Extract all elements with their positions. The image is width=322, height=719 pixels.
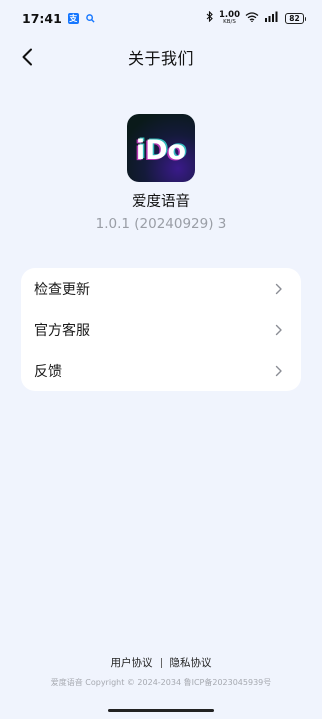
- app-logo: iDo iDo iDo: [127, 114, 195, 182]
- status-left: 17:41 支: [22, 11, 96, 26]
- logo-text: iDo: [136, 135, 186, 166]
- copyright-text: 爱度语音 Copyright © 2024-2034 鲁ICP备20230459…: [50, 678, 272, 687]
- network-speed: 1.00 KB/S: [219, 11, 240, 25]
- cellular-signal-icon: [264, 11, 280, 25]
- footer-divider: [160, 657, 162, 668]
- menu-item-label: 检查更新: [34, 281, 90, 298]
- home-indicator[interactable]: [108, 709, 214, 712]
- status-bar: 17:41 支 1.00 KB/S 82: [0, 0, 322, 36]
- page-title: 关于我们: [127, 49, 194, 68]
- menu-item-feedback[interactable]: 反馈: [21, 350, 301, 391]
- alipay-notification-icon: 支: [67, 12, 79, 24]
- menu-card: 检查更新 官方客服 反馈: [21, 268, 301, 391]
- privacy-agreement-link[interactable]: 隐私协议: [170, 655, 212, 670]
- user-agreement-link[interactable]: 用户协议: [111, 655, 153, 670]
- app-name: 爱度语音: [132, 194, 190, 210]
- network-speed-unit: KB/S: [223, 18, 236, 25]
- chevron-right-icon: [275, 283, 283, 295]
- menu-item-customer-service[interactable]: 官方客服: [21, 309, 301, 350]
- chevron-right-icon: [275, 324, 283, 336]
- status-right: 1.00 KB/S 82: [206, 10, 306, 25]
- menu-item-label: 反馈: [34, 363, 62, 380]
- chevron-right-icon: [275, 365, 283, 377]
- status-time: 17:41: [22, 10, 62, 26]
- app-version: 1.0.1 (20240929) 3: [95, 216, 227, 232]
- wifi-icon: [245, 11, 259, 25]
- chevron-left-icon: [22, 48, 32, 66]
- menu-item-check-update[interactable]: 检查更新: [21, 268, 301, 309]
- nav-bar: 关于我们: [0, 40, 322, 74]
- menu-item-label: 官方客服: [34, 322, 90, 339]
- footer-links: 用户协议 隐私协议: [0, 655, 322, 670]
- back-button[interactable]: [14, 44, 40, 70]
- battery-indicator: 82: [285, 12, 306, 24]
- search-notification-icon: [85, 13, 96, 24]
- bluetooth-icon: [206, 10, 214, 25]
